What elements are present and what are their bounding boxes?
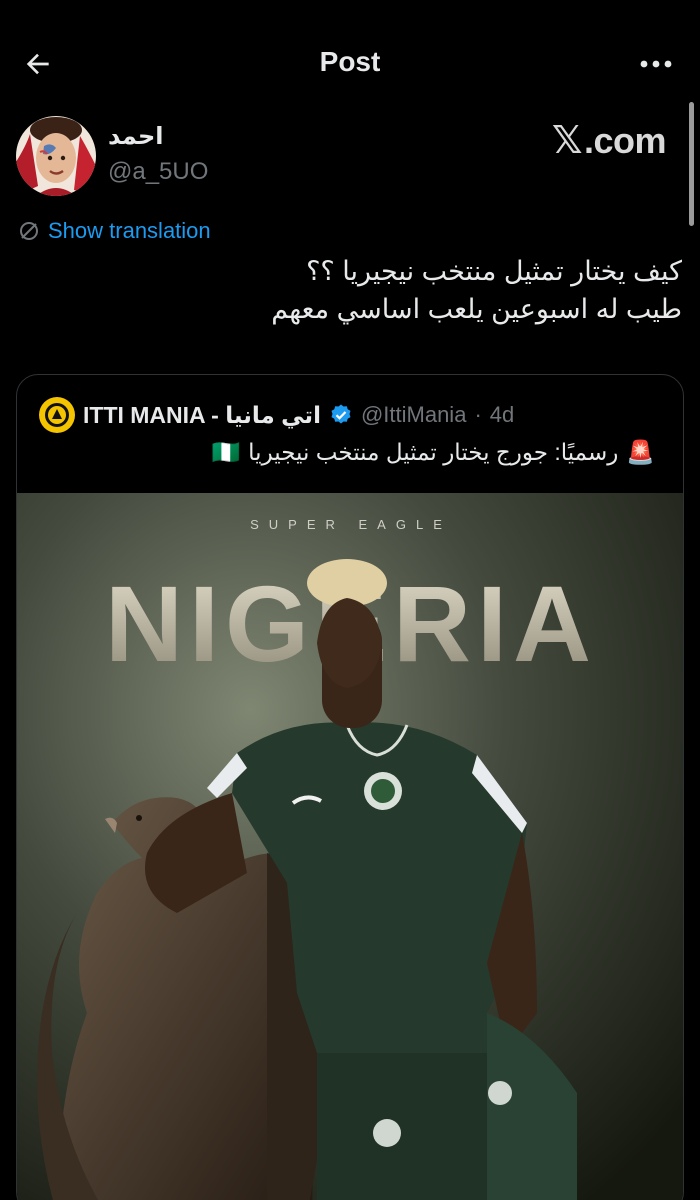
watermark: 𝕏 .com xyxy=(551,118,667,163)
tweet-line-2: طيب له اسبوعين يلعب اساسي معهم xyxy=(271,294,682,324)
verified-badge-icon xyxy=(331,404,351,424)
author-name[interactable]: احمد xyxy=(108,122,163,151)
x-logo-icon: 𝕏 xyxy=(551,120,583,162)
quoted-media-image[interactable]: SUPER EAGLE NIGERIA xyxy=(17,493,683,1200)
more-options-button[interactable] xyxy=(636,44,676,84)
show-translation-link[interactable]: Show translation xyxy=(18,218,211,244)
more-horizontal-icon xyxy=(640,60,672,68)
show-translation-label: Show translation xyxy=(48,218,211,243)
quoted-tweet-text: 🚨 رسميًا: جورج يختار تمثيل منتخب نيجيريا… xyxy=(212,439,655,466)
quoted-tweet[interactable]: ITTI MANIA - اتي مانيا @IttiMania · 4d 🚨… xyxy=(16,374,684,1200)
media-kicker: SUPER EAGLE xyxy=(250,517,452,532)
siren-emoji: 🚨 xyxy=(626,439,655,465)
dot-separator: · xyxy=(474,402,482,427)
translate-icon xyxy=(20,222,38,240)
page-title: Post xyxy=(319,46,381,77)
quoted-author-handle[interactable]: @IttiMania xyxy=(361,402,466,428)
tweet-text: كيف يختار تمثيل منتخب نيجيريا ؟؟ طيب له … xyxy=(42,252,682,328)
author-handle[interactable]: @a_5UO xyxy=(108,158,208,186)
avatar[interactable] xyxy=(16,116,96,196)
scrollbar[interactable] xyxy=(689,102,694,226)
quoted-text-content: رسميًا: جورج يختار تمثيل منتخب نيجيريا xyxy=(248,439,619,465)
top-bar: Post xyxy=(0,0,700,128)
quoted-tweet-header: ITTI MANIA - اتي مانيا @IttiMania · 4d xyxy=(39,397,514,433)
itti-mania-logo-icon xyxy=(45,403,69,427)
watermark-text: .com xyxy=(583,119,667,161)
quoted-avatar[interactable] xyxy=(39,397,75,433)
nigeria-flag-emoji: 🇳🇬 xyxy=(211,439,241,465)
quoted-timestamp[interactable]: 4d xyxy=(490,402,514,428)
tweet-line-1: كيف يختار تمثيل منتخب نيجيريا ؟؟ xyxy=(306,256,682,286)
quoted-author-name[interactable]: ITTI MANIA - اتي مانيا xyxy=(83,402,321,429)
